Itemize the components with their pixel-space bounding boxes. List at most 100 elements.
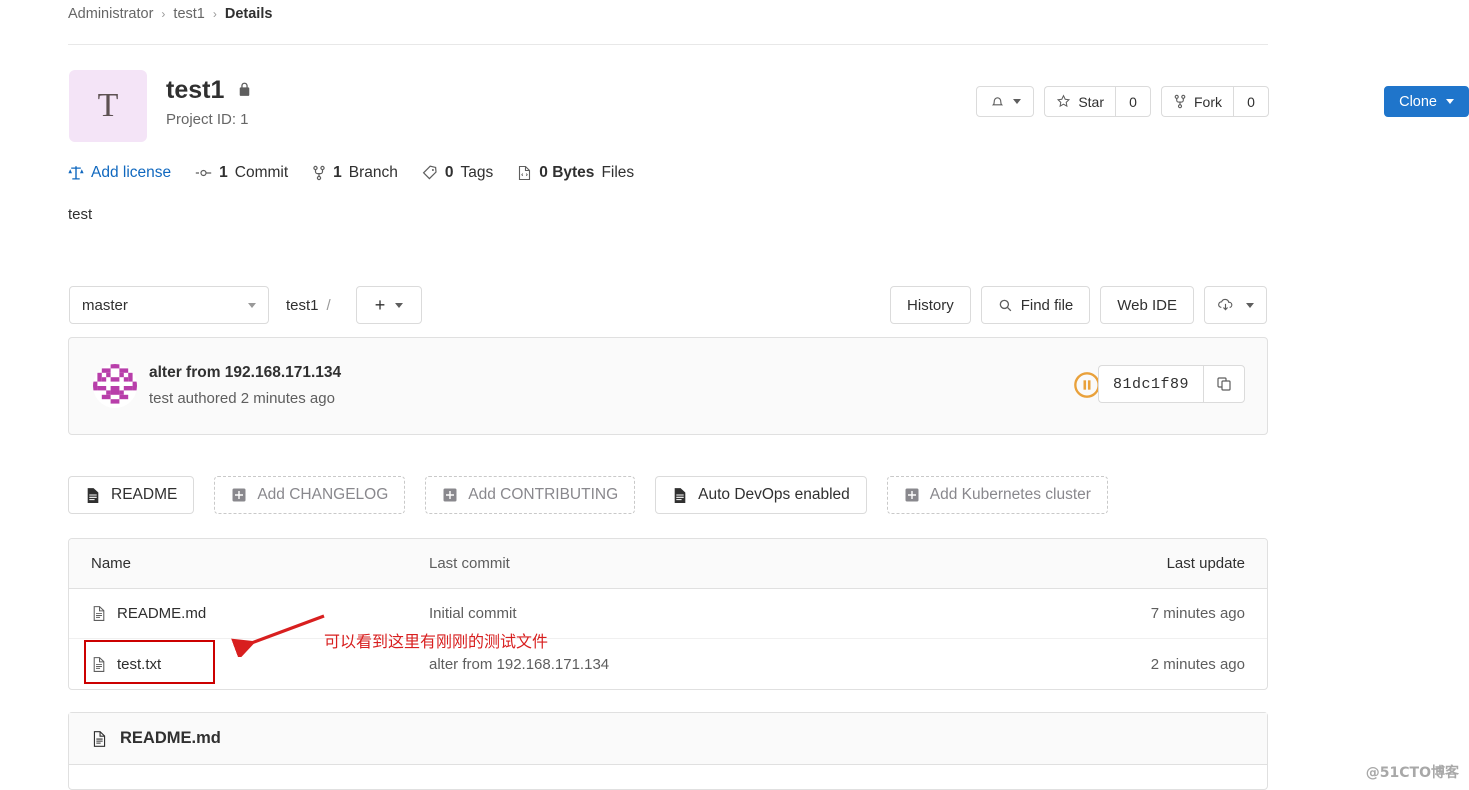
add-contributing-button[interactable]: Add CONTRIBUTING [425, 476, 636, 514]
project-identity: test1 Project ID: 1 [166, 76, 252, 128]
readme-preview-title: README.md [120, 729, 221, 747]
star-button-group[interactable]: Star 0 [1044, 86, 1151, 117]
readme-button-label: README [111, 486, 178, 503]
notification-dropdown-button[interactable] [976, 86, 1035, 117]
avatar-letter: T [97, 87, 119, 124]
fork-label: Fork [1194, 93, 1222, 110]
file-last-update: 2 minutes ago [1150, 655, 1245, 673]
chevron-down-icon [248, 302, 256, 308]
repo-toolbar-right: History Find file Web IDE [880, 286, 1267, 324]
avatar [93, 364, 137, 408]
doc-icon [85, 487, 101, 504]
branch-count-value: 1 [333, 164, 342, 181]
add-kubernetes-cluster-label: Add Kubernetes cluster [929, 486, 1091, 503]
commit-info: alter from 192.168.171.134 test authored… [149, 364, 341, 407]
file-name-cell[interactable]: README.md [69, 605, 429, 622]
auto-devops-button[interactable]: Auto DevOps enabled [655, 476, 867, 514]
clone-button[interactable]: Clone [1384, 86, 1469, 117]
fork-button-group[interactable]: Fork 0 [1161, 86, 1269, 117]
fork-button[interactable]: Fork [1161, 86, 1233, 117]
repo-file-actions: README Add CHANGELOG Add CONTRIBUTING Au… [68, 476, 1108, 514]
file-last-commit[interactable]: alter from 192.168.171.134 [429, 656, 1057, 673]
table-row[interactable]: test.txt alter from 192.168.171.134 2 mi… [69, 639, 1267, 689]
add-contributing-label: Add CONTRIBUTING [468, 486, 619, 503]
project-id-label: Project ID: 1 [166, 111, 249, 128]
add-to-repo-button[interactable]: + [356, 286, 422, 324]
watermark: @51CTO博客 [1365, 765, 1459, 781]
branch-selector[interactable]: master [69, 286, 269, 324]
repo-path-slash: / [326, 296, 331, 314]
find-file-label: Find file [1020, 296, 1074, 314]
table-row[interactable]: README.md Initial commit 7 minutes ago [69, 589, 1267, 639]
star-label: Star [1078, 93, 1104, 110]
breadcrumb-project[interactable]: test1 [173, 6, 204, 22]
file-last-update: 7 minutes ago [1150, 605, 1245, 622]
file-last-commit[interactable]: Initial commit [429, 605, 1057, 622]
commit-count[interactable]: 1 Commit [195, 164, 288, 182]
chevron-down-icon [395, 302, 404, 308]
repo-path-breadcrumb: test1 / [286, 286, 331, 324]
commit-message[interactable]: alter from 192.168.171.134 [149, 364, 341, 382]
file-doc-icon [91, 656, 107, 673]
header-divider [68, 44, 1268, 45]
project-header-actions: Star 0 Fork 0 [976, 86, 1269, 117]
web-ide-button[interactable]: Web IDE [1100, 286, 1194, 324]
plus-box-icon [904, 487, 920, 503]
add-changelog-button[interactable]: Add CHANGELOG [214, 476, 406, 514]
branch-icon [312, 165, 326, 181]
gitlab-project-details-page: Administrator › test1 › Details T test1 … [0, 0, 1469, 790]
column-header-last-commit: Last commit [429, 555, 510, 572]
star-icon [1056, 94, 1071, 109]
breadcrumb-separator: › [212, 7, 217, 21]
tag-icon [422, 165, 438, 181]
pipeline-paused-icon[interactable] [1073, 371, 1101, 399]
column-header-last-update: Last update [1166, 555, 1245, 572]
file-name: README.md [117, 605, 207, 622]
copy-sha-button[interactable] [1203, 365, 1245, 403]
breadcrumb-current: Details [224, 6, 273, 22]
star-count: 0 [1115, 86, 1151, 117]
readme-preview-header: README.md [69, 713, 1267, 765]
add-kubernetes-cluster-button[interactable]: Add Kubernetes cluster [886, 476, 1108, 514]
scale-icon [68, 165, 84, 181]
breadcrumb-owner[interactable]: Administrator [68, 6, 153, 22]
branch-selector-value: master [82, 296, 128, 314]
tag-count-value: 0 [444, 164, 454, 181]
add-license-link[interactable]: Add license [68, 164, 171, 182]
branch-count[interactable]: 1 Branch [312, 164, 398, 182]
tag-count[interactable]: 0 Tags [422, 164, 493, 182]
file-icon [517, 165, 532, 181]
search-icon [998, 298, 1013, 313]
file-name: test.txt [117, 655, 162, 673]
tag-count-label: Tags [460, 164, 494, 181]
chevron-down-icon [1246, 302, 1254, 308]
file-name-cell[interactable]: test.txt [69, 656, 429, 673]
last-commit-panel: alter from 192.168.171.134 test authored… [68, 337, 1268, 435]
auto-devops-label: Auto DevOps enabled [698, 486, 850, 503]
copy-icon [1216, 376, 1232, 392]
history-label: History [907, 296, 954, 314]
file-doc-icon [91, 605, 107, 622]
fork-count: 0 [1233, 86, 1269, 117]
repo-path-project[interactable]: test1 [286, 297, 319, 314]
commit-count-value: 1 [219, 164, 228, 181]
star-button[interactable]: Star [1044, 86, 1115, 117]
readme-button[interactable]: README [68, 476, 195, 514]
add-license-label: Add license [91, 164, 172, 181]
file-doc-icon [91, 730, 108, 748]
commit-count-label: Commit [234, 164, 289, 181]
doc-icon [672, 487, 688, 504]
repo-size-label: Files [601, 164, 635, 181]
branch-count-label: Branch [348, 164, 398, 181]
history-button[interactable]: History [890, 286, 971, 324]
commit-sha[interactable]: 81dc1f89 [1097, 365, 1203, 403]
plus-box-icon [231, 487, 247, 503]
download-dropdown-button[interactable] [1204, 286, 1267, 324]
find-file-button[interactable]: Find file [980, 286, 1091, 324]
column-header-name: Name [91, 555, 132, 572]
breadcrumb: Administrator › test1 › Details [68, 6, 272, 22]
commit-sha-group: 81dc1f89 [1097, 365, 1245, 403]
commit-icon [195, 165, 212, 181]
project-description: test [68, 206, 93, 223]
add-changelog-label: Add CHANGELOG [257, 486, 389, 503]
